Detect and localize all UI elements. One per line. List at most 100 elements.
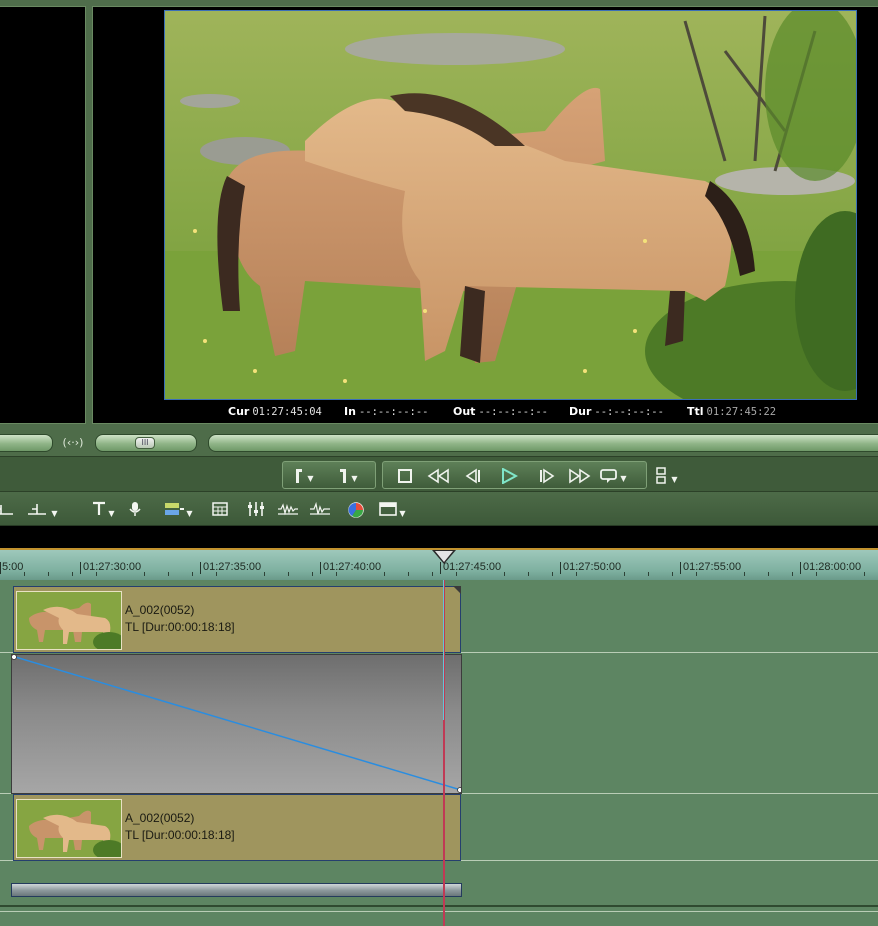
title-t-icon — [93, 501, 106, 515]
add-effect-button[interactable]: ▼ — [158, 498, 198, 520]
ttl-timecode[interactable]: Ttl 01:27:45:22 — [687, 405, 776, 418]
playback-group: ▼ — [382, 461, 647, 489]
set-out-button[interactable]: ▼ — [333, 462, 361, 490]
opacity-rubberband[interactable] — [12, 655, 462, 794]
ruler-minor-tick — [384, 572, 385, 576]
clip-title: A_002(0052) — [125, 603, 195, 617]
ruler-minor-tick — [816, 572, 817, 576]
video-clip[interactable]: A_002(0052) TL [Dur:00:00:18:18] — [13, 794, 461, 861]
jog-icon[interactable]: (‹·›) — [62, 434, 84, 452]
step-back-icon — [465, 468, 480, 484]
video-clip[interactable]: A_002(0052) TL [Dur:00:00:18:18] — [13, 586, 461, 653]
chevron-down-icon[interactable]: ▼ — [351, 474, 357, 483]
clip-thumbnail — [16, 799, 122, 858]
cur-timecode[interactable]: Cur 01:27:45:04 — [228, 405, 322, 418]
chevron-down-icon[interactable]: ▼ — [307, 474, 313, 483]
grid-icon — [212, 502, 228, 516]
stop-button[interactable] — [391, 462, 419, 490]
source-scrub-bar[interactable] — [0, 434, 53, 452]
separator-bar — [0, 526, 878, 548]
transition-keyframe-area[interactable] — [11, 654, 462, 794]
ruler-tick — [680, 562, 681, 574]
track-divider — [0, 905, 878, 907]
ruler-minor-tick — [624, 572, 625, 576]
fast-forward-icon — [569, 468, 591, 484]
dur-timecode[interactable]: Dur --:--:--:-- — [569, 405, 664, 418]
ruler-minor-tick — [696, 572, 697, 576]
ruler-minor-tick — [72, 572, 73, 576]
step-back-button[interactable] — [459, 462, 487, 490]
ruler-minor-tick — [672, 572, 673, 576]
timeline-tracks[interactable]: A_002(0052) TL [Dur:00:00:18:18] A_002(0… — [0, 580, 878, 926]
trim-icon — [0, 505, 13, 515]
waveform-button[interactable] — [275, 498, 301, 520]
audio-wave-icon — [310, 501, 330, 515]
loop-button[interactable]: ▼ — [599, 462, 627, 490]
ruler-tick — [800, 562, 801, 574]
chevron-down-icon[interactable]: ▼ — [671, 475, 677, 484]
ruler-label: 01:27:30:00 — [83, 561, 142, 573]
ruler-label: 5:00 — [2, 561, 24, 573]
play-button[interactable] — [495, 462, 523, 490]
color-correct-button[interactable] — [343, 498, 369, 520]
ruler-tick — [200, 562, 201, 574]
ruler-minor-tick — [528, 572, 529, 576]
track-divider — [0, 911, 878, 912]
transport-bar: ▼ ▼ ▼ ▼ — [0, 456, 878, 492]
out-timecode[interactable]: Out --:--:--:-- — [453, 405, 548, 418]
split-tool-button[interactable]: ▼ — [22, 498, 62, 520]
mixer-button[interactable] — [243, 498, 269, 520]
mixer-sliders-icon — [248, 502, 264, 516]
chevron-down-icon[interactable]: ▼ — [51, 509, 57, 518]
stop-icon — [398, 469, 412, 483]
ruler-minor-tick — [96, 572, 97, 576]
keyframe-point[interactable] — [12, 655, 17, 660]
ruler-minor-tick — [144, 572, 145, 576]
clip-thumbnail — [16, 591, 122, 650]
match-frame-icon — [656, 467, 667, 484]
fast-forward-button[interactable] — [565, 462, 593, 490]
render-button[interactable]: ▼ — [375, 498, 409, 520]
ruler-label: 01:27:35:00 — [203, 561, 262, 573]
chevron-down-icon[interactable]: ▼ — [399, 509, 405, 518]
program-scrub-bar[interactable] — [208, 434, 878, 452]
in-out-group: ▼ ▼ — [282, 461, 376, 489]
trim-tool-button[interactable] — [0, 498, 18, 520]
scrub-row: (‹·›) III — [0, 430, 878, 456]
shuttle-handle[interactable]: III — [135, 437, 155, 449]
timeline-ruler[interactable]: 5:00 01:27:30:00 01:27:35:00 01:27:40:00… — [0, 548, 878, 580]
title-tool-button[interactable]: ▼ — [88, 498, 118, 520]
rewind-icon — [427, 468, 449, 484]
chevron-down-icon[interactable]: ▼ — [620, 474, 626, 483]
keyframe-point[interactable] — [457, 787, 463, 793]
split-icon — [28, 504, 47, 515]
voice-over-button[interactable] — [122, 498, 148, 520]
match-frame-button[interactable]: ▼ — [652, 461, 680, 489]
ruler-tick — [80, 562, 81, 574]
chevron-down-icon[interactable]: ▼ — [186, 509, 192, 518]
audio-clip[interactable] — [11, 883, 462, 897]
ruler-minor-tick — [192, 572, 193, 576]
ruler-minor-tick — [24, 572, 25, 576]
ruler-label: 01:27:55:00 — [683, 561, 742, 573]
in-timecode[interactable]: In --:--:--:-- — [344, 405, 428, 418]
timecode-bar: Cur 01:27:45:04 In --:--:--:-- Out --:--:--… — [92, 403, 878, 421]
ruler-minor-tick — [432, 572, 433, 576]
step-forward-button[interactable] — [533, 462, 561, 490]
color-wheel-icon — [348, 502, 364, 518]
set-in-button[interactable]: ▼ — [289, 462, 317, 490]
clip-duration: TL [Dur:00:00:18:18] — [125, 828, 235, 842]
ruler-tick — [560, 562, 561, 574]
ruler-minor-tick — [288, 572, 289, 576]
ruler-label: 01:28:00:00 — [803, 561, 862, 573]
ruler-minor-tick — [648, 572, 649, 576]
source-monitor[interactable] — [0, 6, 86, 424]
chevron-down-icon[interactable]: ▼ — [108, 509, 114, 518]
multicam-button[interactable] — [207, 498, 233, 520]
ruler-minor-tick — [312, 572, 313, 576]
audio-meter-button[interactable] — [307, 498, 333, 520]
playhead-handle-inner — [435, 551, 453, 562]
clip-duration: TL [Dur:00:00:18:18] — [125, 620, 235, 634]
effect-icon — [165, 503, 185, 515]
rewind-button[interactable] — [425, 462, 453, 490]
